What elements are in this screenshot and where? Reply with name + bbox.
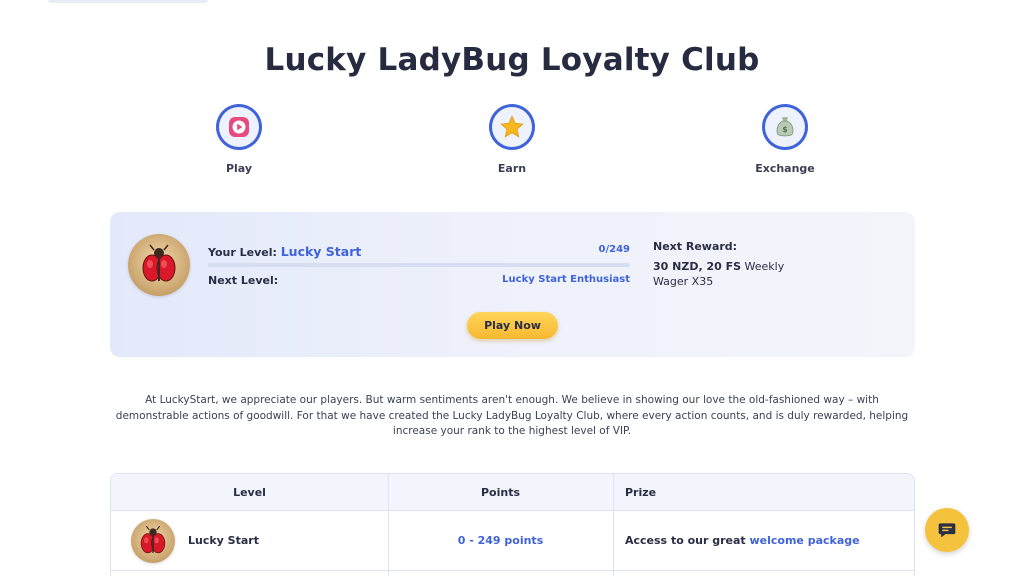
next-level-value: Lucky Start Enthusiast xyxy=(502,274,630,285)
page-title: Lucky LadyBug Loyalty Club xyxy=(264,42,760,78)
your-level-value: Lucky Start xyxy=(280,244,362,259)
level-card: Your Level: Lucky Start 0/249 Next Level… xyxy=(110,212,915,357)
ladybug-icon xyxy=(140,525,166,554)
loyalty-levels-table: Level Points Prize Lucky Start 0 - 249 p… xyxy=(110,473,915,576)
level-badge xyxy=(128,234,190,296)
header-level: Level xyxy=(233,486,266,499)
welcome-package-link[interactable]: welcome package xyxy=(750,534,860,547)
next-reward-label: Next Reward: xyxy=(653,240,738,253)
step-earn: Earn xyxy=(452,104,572,175)
step-label-play: Play xyxy=(225,162,253,175)
step-label-exchange: Exchange xyxy=(755,162,815,175)
your-level-row: Your Level: Lucky Start xyxy=(208,244,361,259)
play-step-circle xyxy=(216,104,262,150)
chat-icon xyxy=(938,523,956,538)
level-progress-bar xyxy=(208,263,630,267)
row-prize: Access to our great welcome package xyxy=(625,511,860,571)
row-prize-text: Access to our great xyxy=(625,534,750,547)
step-play: Play xyxy=(179,104,299,175)
svg-text:$: $ xyxy=(782,125,787,134)
step-label-earn: Earn xyxy=(497,162,527,175)
row-points: 0 - 249 points xyxy=(457,534,544,547)
next-level-label: Next Level: xyxy=(208,274,279,287)
top-bar-remnant xyxy=(48,0,208,3)
row-level-badge xyxy=(131,519,175,563)
chat-button[interactable] xyxy=(925,508,969,552)
ladybug-icon xyxy=(142,244,176,282)
progress-count: 0/249 xyxy=(598,244,630,255)
header-points: Points xyxy=(480,486,521,499)
star-icon xyxy=(500,115,524,138)
table-row: Lucky Start 0 - 249 points Access to our… xyxy=(111,511,914,571)
loyalty-steps: Play Earn $ Exchange xyxy=(0,104,1024,184)
play-icon xyxy=(229,117,249,137)
play-now-button[interactable]: Play Now xyxy=(467,312,558,339)
intro-paragraph: At LuckyStart, we appreciate our players… xyxy=(115,394,909,437)
earn-step-circle xyxy=(489,104,535,150)
your-level-label: Your Level: xyxy=(208,246,277,259)
next-reward-text: 30 NZD, 20 FS Weekly Wager X35 xyxy=(653,259,803,289)
money-bag-icon: $ xyxy=(776,117,794,137)
table-header: Level Points Prize xyxy=(111,474,914,511)
row-level-name: Lucky Start xyxy=(188,534,259,547)
header-prize: Prize xyxy=(625,486,657,499)
next-reward-amount: 30 NZD, 20 FS xyxy=(653,260,742,273)
exchange-step-circle: $ xyxy=(762,104,808,150)
step-exchange: $ Exchange xyxy=(725,104,845,175)
